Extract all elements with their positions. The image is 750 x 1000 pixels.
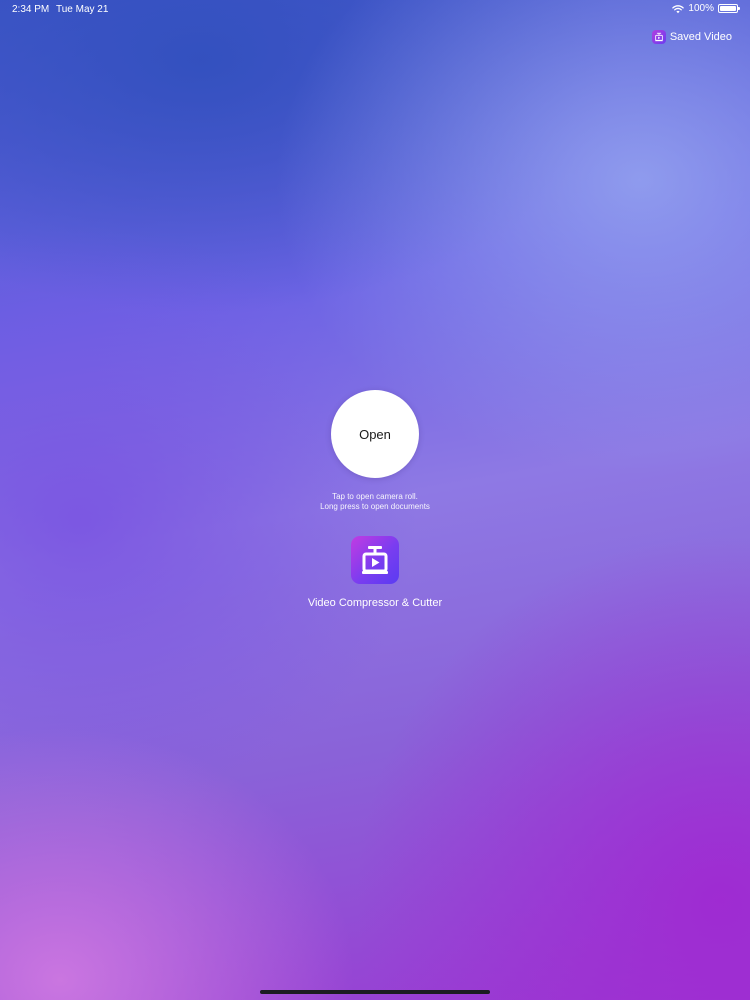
open-button-label: Open — [359, 426, 391, 442]
status-indicators: 100% — [672, 3, 740, 14]
open-hint-text: Tap to open camera roll. Long press to o… — [0, 492, 750, 512]
battery-icon — [718, 4, 740, 13]
video-compressor-icon — [351, 536, 399, 584]
app-name: Video Compressor & Cutter — [307, 597, 443, 609]
hint-line-camera-roll: Tap to open camera roll. — [332, 492, 418, 501]
wifi-icon — [672, 4, 685, 13]
hint-line-documents: Long press to open documents — [320, 502, 430, 511]
saved-video-label: Saved Video — [669, 31, 732, 43]
saved-video-button[interactable]: Saved Video — [651, 30, 732, 44]
open-button[interactable]: Open — [331, 390, 419, 478]
compressor-app-icon — [651, 30, 666, 44]
status-date: Tue May 21 — [56, 4, 109, 15]
home-indicator[interactable] — [260, 990, 490, 994]
battery-percent: 100% — [688, 3, 714, 14]
status-time: 2:34 PM — [12, 4, 50, 15]
status-bar: 2:34 PM Tue May 21 100% — [0, 0, 750, 18]
